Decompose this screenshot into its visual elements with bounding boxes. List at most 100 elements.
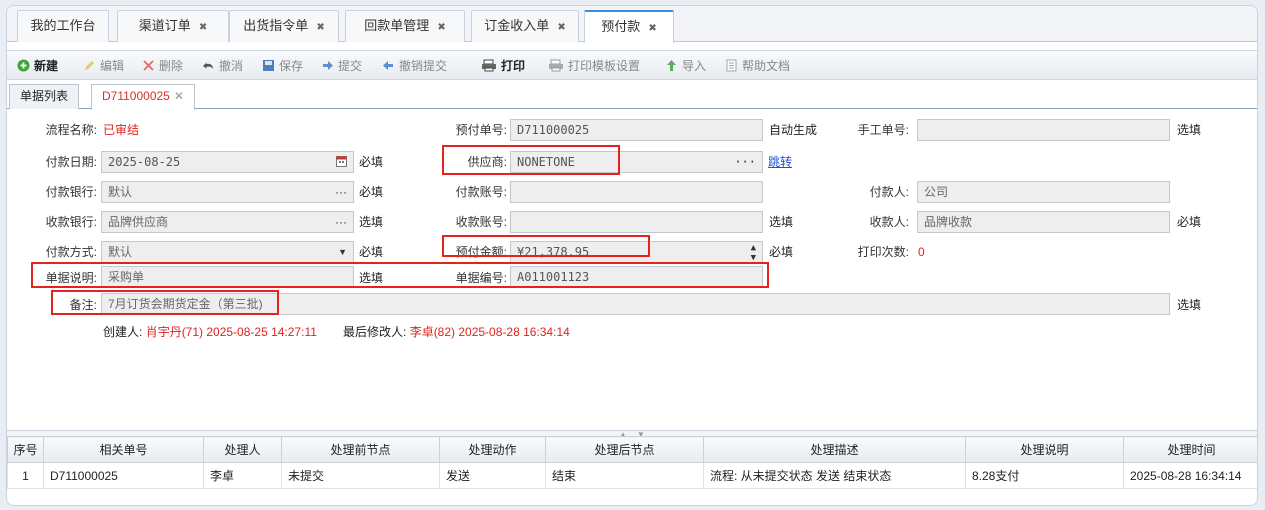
undo-button[interactable]: 撤消: [202, 57, 243, 75]
prepayment-form: 流程名称: 已审结 预付单号: D711000025 自动生成 手工单号: 选填…: [7, 110, 1257, 430]
highlight-box-doc-desc: [31, 262, 769, 288]
recv-account-field[interactable]: [510, 211, 763, 233]
add-icon: [17, 59, 30, 72]
column-header[interactable]: 处理时间: [1123, 436, 1257, 463]
delete-button[interactable]: 删除: [142, 57, 183, 75]
column-header[interactable]: 处理前节点: [281, 436, 440, 463]
save-button[interactable]: 保存: [262, 57, 303, 75]
arrow-up-icon: [665, 59, 678, 72]
tab-channel-orders[interactable]: 渠道订单 ✖: [117, 10, 229, 42]
toolbar: 新建 编辑 删除 撤消 保存 提交 撤销提交 打印 打印模板设置 导入 帮助文档: [7, 50, 1257, 80]
payer-field[interactable]: 公司: [917, 181, 1170, 203]
prepay-no-label: 预付单号:: [455, 123, 507, 137]
column-header[interactable]: 处理动作: [439, 436, 546, 463]
more-icon[interactable]: ···: [734, 152, 756, 172]
table-cell: D711000025: [43, 462, 204, 489]
tab-label: 我的工作台: [30, 18, 96, 33]
sub-tab-bar: 单据列表 D711000025 ✕: [7, 83, 1257, 110]
tab-label: D711000025: [102, 89, 170, 103]
close-icon[interactable]: ✖: [199, 22, 207, 33]
table-cell: 结束: [545, 462, 704, 489]
tab-label: 出货指令单: [243, 18, 309, 33]
new-button[interactable]: 新建: [17, 57, 58, 75]
table-header-row: 序号 相关单号 处理人 处理前节点 处理动作 处理后节点 处理描述 处理说明 处…: [7, 436, 1257, 463]
printer-settings-icon: [548, 59, 564, 72]
chevron-down-icon[interactable]: ▼: [338, 242, 347, 262]
tab-payment-management[interactable]: 回款单管理 ✖: [345, 10, 465, 42]
recv-bank-value: 品牌供应商: [108, 215, 169, 229]
delete-x-icon: [142, 59, 155, 72]
payee-field[interactable]: 品牌收款: [917, 211, 1170, 233]
tab-deposit-income[interactable]: 订金收入单 ✖: [471, 10, 579, 42]
pay-account-field[interactable]: [510, 181, 763, 203]
table-cell: 李卓: [203, 462, 282, 489]
table-cell: 8.28支付: [965, 462, 1124, 489]
tab-label: 回款单管理: [364, 18, 430, 33]
supplier-jump-link[interactable]: 跳转: [768, 152, 792, 172]
edit-button[interactable]: 编辑: [83, 57, 124, 75]
recv-account-hint: 选填: [769, 215, 794, 229]
prepay-no-field[interactable]: D711000025: [510, 119, 763, 141]
printer-icon: [481, 59, 497, 72]
save-icon: [262, 59, 275, 72]
pay-bank-value: 默认: [108, 185, 133, 199]
table-cell: 2025-08-28 16:34:14: [1123, 462, 1257, 489]
tab-document-list[interactable]: 单据列表: [9, 84, 80, 109]
tab-prepayment[interactable]: 预付款 ✖: [584, 10, 674, 43]
pay-bank-field[interactable]: 默认 ···: [101, 181, 354, 203]
highlight-box-remark: [51, 290, 279, 315]
tab-document-detail[interactable]: D711000025 ✕: [91, 84, 195, 110]
recv-bank-label: 收款银行:: [45, 215, 97, 229]
manual-no-field[interactable]: [917, 119, 1170, 141]
table-cell: 未提交: [281, 462, 440, 489]
payer-label: 付款人:: [869, 185, 909, 199]
pay-date-label: 付款日期:: [45, 155, 97, 169]
table-row[interactable]: 1 D711000025 李卓 未提交 发送 结束 流程: 从未提交状态 发送 …: [7, 462, 1257, 489]
column-header[interactable]: 处理说明: [965, 436, 1124, 463]
submit-button[interactable]: 提交: [321, 57, 362, 75]
process-history-table: 序号 相关单号 处理人 处理前节点 处理动作 处理后节点 处理描述 处理说明 处…: [7, 436, 1257, 489]
table-cell: 1: [7, 462, 44, 489]
close-icon[interactable]: ✖: [557, 22, 565, 33]
recv-bank-field[interactable]: 品牌供应商 ···: [101, 211, 354, 233]
tab-shipment-orders[interactable]: 出货指令单 ✖: [229, 10, 339, 42]
help-button[interactable]: 帮助文档: [725, 57, 790, 75]
pay-method-label: 付款方式:: [45, 245, 97, 259]
close-icon[interactable]: ✖: [648, 23, 656, 34]
highlight-box-supplier: [442, 145, 620, 175]
print-template-button[interactable]: 打印模板设置: [548, 57, 640, 75]
print-button[interactable]: 打印: [481, 57, 525, 75]
manual-no-hint: 选填: [1177, 123, 1202, 137]
table-cell: 发送: [439, 462, 546, 489]
creator-label: 创建人:: [103, 325, 143, 339]
import-button[interactable]: 导入: [665, 57, 706, 75]
close-icon[interactable]: ✖: [316, 22, 324, 33]
column-header[interactable]: 序号: [7, 436, 44, 463]
manual-no-label: 手工单号:: [857, 123, 909, 137]
column-header[interactable]: 相关单号: [43, 436, 204, 463]
cancel-submit-button[interactable]: 撤销提交: [382, 57, 447, 75]
close-icon[interactable]: ✕: [174, 89, 184, 103]
print-count-label: 打印次数:: [857, 245, 909, 259]
tab-workbench[interactable]: 我的工作台: [17, 10, 109, 42]
column-header[interactable]: 处理后节点: [545, 436, 704, 463]
remark-hint: 选填: [1177, 298, 1202, 312]
more-icon[interactable]: ···: [335, 182, 347, 202]
column-header[interactable]: 处理描述: [703, 436, 966, 463]
highlight-box-amount: [442, 235, 650, 257]
modifier-value: 李卓(82) 2025-08-28 16:34:14: [409, 325, 570, 339]
close-icon[interactable]: ✖: [437, 22, 445, 33]
more-icon[interactable]: ···: [335, 212, 347, 232]
pay-method-select[interactable]: 默认 ▼: [101, 241, 354, 263]
pay-date-field[interactable]: 2025-08-25: [101, 151, 354, 173]
arrow-right-icon: [321, 59, 334, 72]
arrow-left-icon: [382, 59, 395, 72]
calendar-icon[interactable]: [336, 152, 347, 172]
creator-info: 创建人: 肖宇丹(71) 2025-08-25 14:27:11: [103, 322, 317, 342]
stepper-icon[interactable]: ▲ ▼: [751, 243, 756, 262]
tab-label: 单据列表: [20, 89, 69, 103]
column-header[interactable]: 处理人: [203, 436, 282, 463]
payee-label: 收款人:: [869, 215, 909, 229]
auto-generate-hint: 自动生成: [769, 123, 818, 137]
top-tab-bar: 我的工作台 渠道订单 ✖ 出货指令单 ✖ 回款单管理 ✖ 订金收入单 ✖ 预付款 ✖: [7, 6, 1257, 43]
